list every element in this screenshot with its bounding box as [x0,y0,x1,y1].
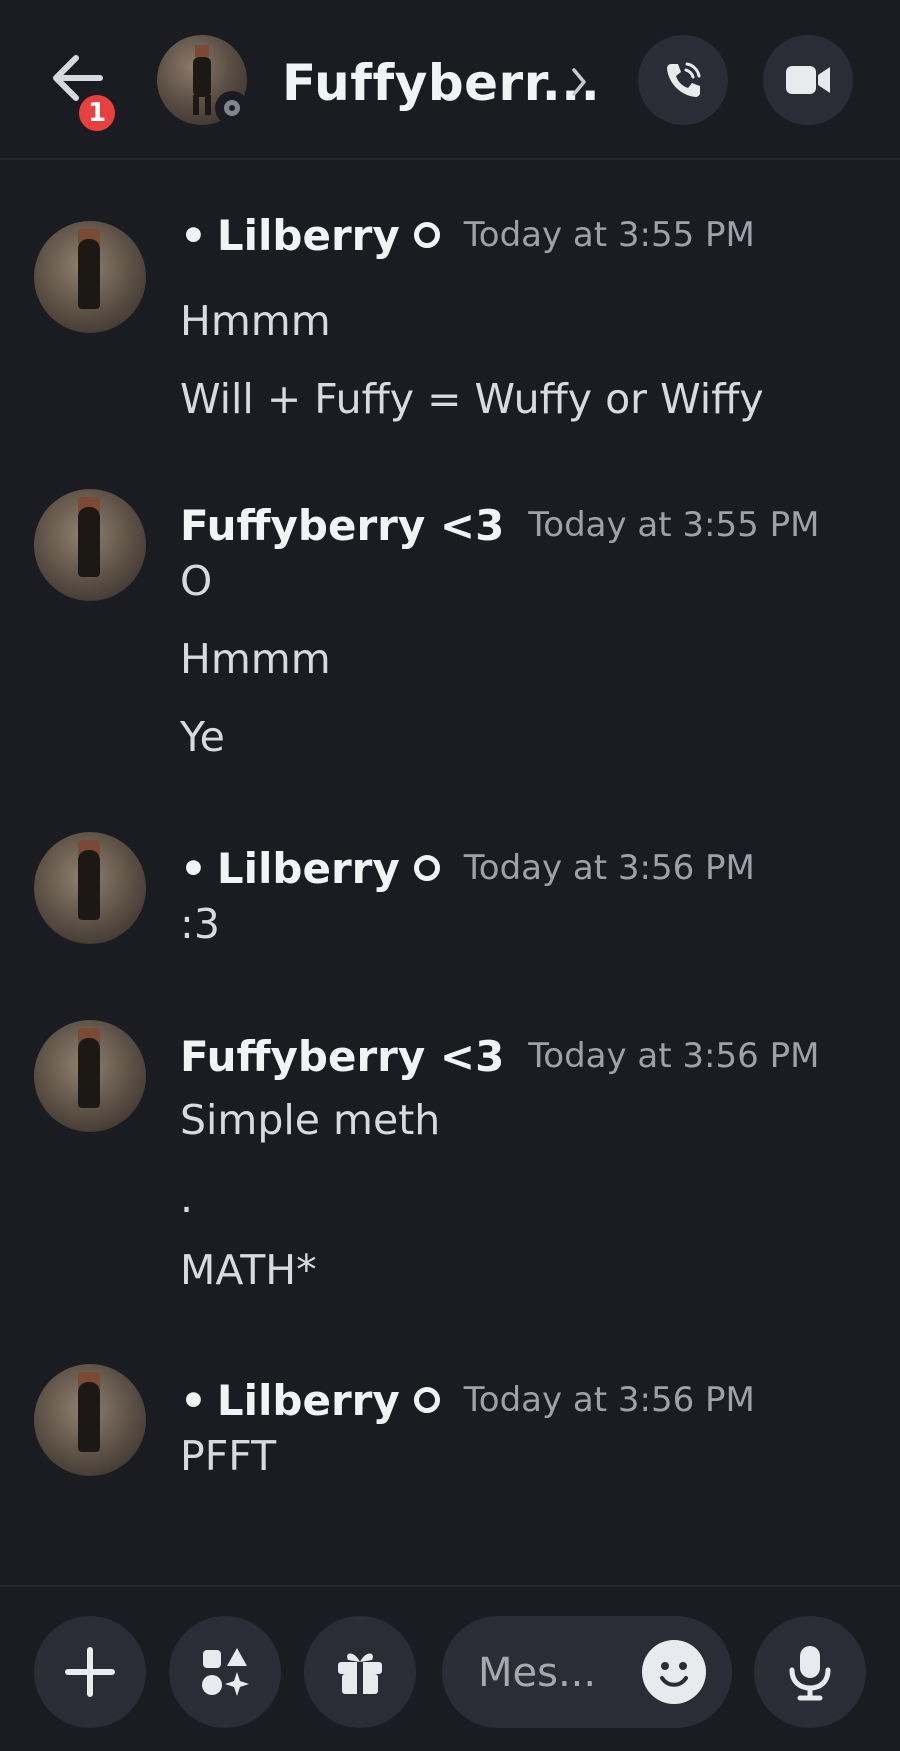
message-text[interactable]: Ye [180,713,225,761]
author-name[interactable]: Fuffyberry <3 [180,501,504,550]
video-call-button[interactable] [763,35,853,125]
message-header: • Lilberry Today at 3:56 PM [180,838,755,898]
author-name[interactable]: Lilberry [217,844,400,893]
message-text[interactable]: Hmmm [180,297,331,345]
author-name[interactable]: Lilberry [217,211,400,260]
composer-bar [0,1585,900,1751]
message-text[interactable]: PFFT [180,1432,276,1480]
emoji-icon [660,1662,688,1687]
timestamp: Today at 3:56 PM [463,848,755,888]
author-prefix: • [180,1375,207,1425]
timestamp: Today at 3:56 PM [463,1380,755,1420]
gift-button[interactable] [304,1616,416,1728]
message-text[interactable]: MATH* [180,1246,317,1294]
video-camera-icon [786,66,830,94]
status-indicator [215,91,249,125]
circle-badge-icon [413,1387,440,1413]
plus-icon [65,1647,115,1697]
apps-button[interactable] [169,1616,281,1728]
page-title[interactable]: Fuffyberr... [282,54,600,112]
gift-icon [338,1653,382,1694]
message-header: Fuffyberry <3 Today at 3:56 PM [180,1026,819,1086]
avatar[interactable] [34,221,146,333]
author-name[interactable]: Fuffyberry <3 [180,1032,504,1081]
voice-message-button[interactable] [754,1616,866,1728]
chevron-right-icon[interactable] [570,62,592,102]
microphone-icon [789,1646,831,1701]
message-text[interactable]: O [180,557,212,605]
timestamp: Today at 3:55 PM [528,505,820,545]
message-text[interactable]: Simple meth [180,1096,440,1144]
avatar[interactable] [34,1364,146,1476]
avatar[interactable] [34,489,146,601]
timestamp: Today at 3:55 PM [463,215,755,255]
message-header: • Lilberry Today at 3:56 PM [180,1370,755,1430]
message-text[interactable]: . [180,1174,193,1222]
author-prefix: • [180,843,207,893]
chat-header: 1 Fuffyberr... [0,0,900,160]
apps-icon [202,1648,249,1696]
message-input[interactable] [442,1616,732,1728]
message-text[interactable]: Will + Fuffy = Wuffy or Wiffy [180,375,764,423]
avatar[interactable] [34,1020,146,1132]
circle-badge-icon [413,855,440,881]
author-name[interactable]: Lilberry [217,1376,400,1425]
message-text[interactable]: :3 [180,900,220,948]
message-text[interactable]: Hmmm [180,635,331,683]
notification-badge: 1 [75,91,119,135]
phone-icon [667,62,701,97]
circle-badge-icon [413,222,440,248]
timestamp: Today at 3:56 PM [528,1036,820,1076]
message-header: Fuffyberry <3 Today at 3:55 PM [180,495,819,555]
message-header: • Lilberry Today at 3:55 PM [180,205,755,265]
message-field[interactable] [476,1644,630,1702]
author-prefix: • [180,210,207,260]
emoji-button[interactable] [642,1640,706,1704]
add-button[interactable] [34,1616,146,1728]
voice-call-button[interactable] [638,35,728,125]
avatar[interactable] [34,832,146,944]
